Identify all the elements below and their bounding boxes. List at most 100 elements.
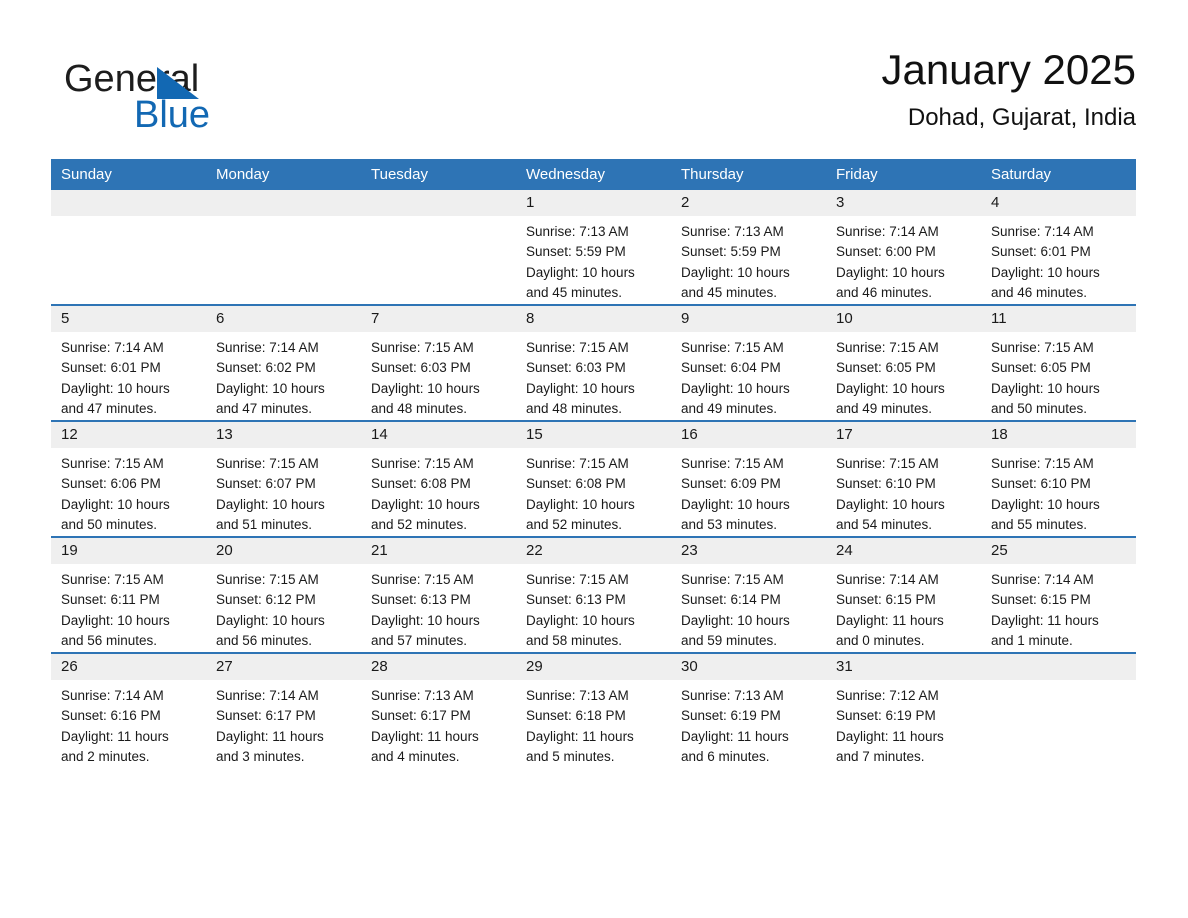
calendar-day-cell[interactable]: 13 Sunrise: 7:15 AM Sunset: 6:07 PM Dayligh… <box>206 420 361 537</box>
daylight-text-line1: Daylight: 10 hours <box>836 264 945 280</box>
daylight-text-line2: and 53 minutes. <box>681 516 778 532</box>
sunset-text: Sunset: 6:17 PM <box>216 708 316 724</box>
calendar-day-cell[interactable]: 5 Sunrise: 7:14 AM Sunset: 6:01 PM Daylight… <box>51 304 206 421</box>
calendar-day-cell[interactable]: 1 Sunrise: 7:13 AM Sunset: 5:59 PM Daylight… <box>516 190 671 305</box>
calendar-day-cell[interactable]: 18 Sunrise: 7:15 AM Sunset: 6:10 PM Dayligh… <box>981 420 1136 537</box>
day-number: 5 <box>61 310 70 327</box>
day-details <box>981 680 1136 686</box>
day-number: 26 <box>61 658 78 675</box>
daylight-text-line2: and 46 minutes. <box>991 284 1088 300</box>
daylight-text-line2: and 50 minutes. <box>61 516 158 532</box>
calendar-day-cell[interactable]: 4 Sunrise: 7:14 AM Sunset: 6:01 PM Daylight… <box>981 190 1136 305</box>
sunset-text: Sunset: 6:10 PM <box>836 476 936 492</box>
day-details: Sunrise: 7:15 AM Sunset: 6:08 PM Daylight:… <box>516 448 671 535</box>
day-number-strip: 5 <box>51 306 206 332</box>
day-number: 18 <box>991 426 1008 443</box>
daylight-text-line1: Daylight: 10 hours <box>61 496 170 512</box>
day-number-strip: 29 <box>516 654 671 680</box>
calendar-day-cell[interactable]: 28 Sunrise: 7:13 AM Sunset: 6:17 PM Dayligh… <box>361 652 516 768</box>
calendar-day-cell[interactable]: 10 Sunrise: 7:15 AM Sunset: 6:05 PM Dayligh… <box>826 304 981 421</box>
calendar-day-cell[interactable]: 24 Sunrise: 7:14 AM Sunset: 6:15 PM Dayligh… <box>826 536 981 653</box>
day-details: Sunrise: 7:15 AM Sunset: 6:13 PM Daylight:… <box>516 564 671 651</box>
calendar-day-cell[interactable]: 31 Sunrise: 7:12 AM Sunset: 6:19 PM Dayligh… <box>826 652 981 768</box>
sunrise-text: Sunrise: 7:15 AM <box>216 456 319 471</box>
calendar-day-cell[interactable]: 22 Sunrise: 7:15 AM Sunset: 6:13 PM Dayligh… <box>516 536 671 653</box>
daylight-text-line2: and 51 minutes. <box>216 516 313 532</box>
day-number: 31 <box>836 658 853 675</box>
calendar-day-cell[interactable]: 2 Sunrise: 7:13 AM Sunset: 5:59 PM Daylight… <box>671 190 826 305</box>
day-number: 30 <box>681 658 698 675</box>
calendar-day-cell[interactable]: 3 Sunrise: 7:14 AM Sunset: 6:00 PM Daylight… <box>826 190 981 305</box>
weekday-header-friday: Friday <box>826 159 981 190</box>
daylight-text-line2: and 46 minutes. <box>836 284 933 300</box>
sunrise-text: Sunrise: 7:14 AM <box>836 224 939 239</box>
calendar-day-cell[interactable]: 27 Sunrise: 7:14 AM Sunset: 6:17 PM Dayligh… <box>206 652 361 768</box>
day-number: 21 <box>371 542 388 559</box>
day-number: 14 <box>371 426 388 443</box>
day-number-strip: 21 <box>361 538 516 564</box>
day-number: 9 <box>681 310 690 327</box>
day-number-strip: 3 <box>826 190 981 216</box>
sunrise-text: Sunrise: 7:15 AM <box>836 340 939 355</box>
daylight-text-line1: Daylight: 10 hours <box>61 612 170 628</box>
calendar-day-cell[interactable]: 6 Sunrise: 7:14 AM Sunset: 6:02 PM Daylight… <box>206 304 361 421</box>
sunrise-text: Sunrise: 7:13 AM <box>371 688 474 703</box>
sunset-text: Sunset: 5:59 PM <box>526 244 626 260</box>
calendar-day-cell[interactable]: 12 Sunrise: 7:15 AM Sunset: 6:06 PM Dayligh… <box>51 420 206 537</box>
calendar-day-cell[interactable]: 19 Sunrise: 7:15 AM Sunset: 6:11 PM Dayligh… <box>51 536 206 653</box>
day-number-strip: 30 <box>671 654 826 680</box>
calendar-day-cell[interactable]: 30 Sunrise: 7:13 AM Sunset: 6:19 PM Dayligh… <box>671 652 826 768</box>
daylight-text-line2: and 59 minutes. <box>681 632 778 648</box>
weekday-header-monday: Monday <box>206 159 361 190</box>
day-details: Sunrise: 7:14 AM Sunset: 6:02 PM Daylight:… <box>206 332 361 419</box>
sunset-text: Sunset: 6:03 PM <box>371 360 471 376</box>
calendar-page: General Blue January 2025 Dohad, Gujarat… <box>0 0 1188 918</box>
daylight-text-line2: and 5 minutes. <box>526 748 615 764</box>
page-title: January 2025 <box>881 46 1136 93</box>
calendar-day-cell[interactable]: 15 Sunrise: 7:15 AM Sunset: 6:08 PM Dayligh… <box>516 420 671 537</box>
daylight-text-line2: and 55 minutes. <box>991 516 1088 532</box>
daylight-text-line1: Daylight: 11 hours <box>526 728 634 744</box>
brand-logo[interactable]: General Blue <box>57 52 357 142</box>
daylight-text-line2: and 1 minute. <box>991 632 1073 648</box>
day-number: 1 <box>526 194 535 211</box>
sunset-text: Sunset: 6:13 PM <box>526 592 626 608</box>
sunset-text: Sunset: 6:01 PM <box>61 360 161 376</box>
sunrise-text: Sunrise: 7:14 AM <box>61 688 164 703</box>
daylight-text-line2: and 49 minutes. <box>836 400 933 416</box>
calendar-day-cell[interactable]: 8 Sunrise: 7:15 AM Sunset: 6:03 PM Daylight… <box>516 304 671 421</box>
daylight-text-line1: Daylight: 11 hours <box>836 612 944 628</box>
day-details: Sunrise: 7:15 AM Sunset: 6:12 PM Daylight:… <box>206 564 361 651</box>
day-details: Sunrise: 7:15 AM Sunset: 6:06 PM Daylight:… <box>51 448 206 535</box>
daylight-text-line1: Daylight: 10 hours <box>836 496 945 512</box>
calendar-day-cell[interactable]: 25 Sunrise: 7:14 AM Sunset: 6:15 PM Dayligh… <box>981 536 1136 653</box>
day-number-strip: 8 <box>516 306 671 332</box>
sunrise-text: Sunrise: 7:14 AM <box>216 340 319 355</box>
daylight-text-line1: Daylight: 10 hours <box>991 380 1100 396</box>
sunrise-text: Sunrise: 7:15 AM <box>991 456 1094 471</box>
calendar-day-cell[interactable]: 17 Sunrise: 7:15 AM Sunset: 6:10 PM Dayligh… <box>826 420 981 537</box>
calendar-day-cell[interactable]: 21 Sunrise: 7:15 AM Sunset: 6:13 PM Dayligh… <box>361 536 516 653</box>
daylight-text-line2: and 57 minutes. <box>371 632 468 648</box>
sunset-text: Sunset: 6:05 PM <box>836 360 936 376</box>
calendar-day-cell[interactable]: 11 Sunrise: 7:15 AM Sunset: 6:05 PM Dayligh… <box>981 304 1136 421</box>
calendar-day-cell[interactable]: 14 Sunrise: 7:15 AM Sunset: 6:08 PM Dayligh… <box>361 420 516 537</box>
calendar-day-cell[interactable]: 7 Sunrise: 7:15 AM Sunset: 6:03 PM Daylight… <box>361 304 516 421</box>
calendar-day-cell[interactable]: 20 Sunrise: 7:15 AM Sunset: 6:12 PM Dayligh… <box>206 536 361 653</box>
calendar-day-cell[interactable]: 9 Sunrise: 7:15 AM Sunset: 6:04 PM Daylight… <box>671 304 826 421</box>
brand-name-blue: Blue <box>134 94 211 136</box>
calendar-day-cell[interactable]: 26 Sunrise: 7:14 AM Sunset: 6:16 PM Dayligh… <box>51 652 206 768</box>
sunrise-text: Sunrise: 7:15 AM <box>681 456 784 471</box>
calendar-day-cell[interactable]: 16 Sunrise: 7:15 AM Sunset: 6:09 PM Dayligh… <box>671 420 826 537</box>
day-details: Sunrise: 7:15 AM Sunset: 6:10 PM Daylight:… <box>826 448 981 535</box>
day-number-strip: 24 <box>826 538 981 564</box>
calendar-day-cell[interactable]: 29 Sunrise: 7:13 AM Sunset: 6:18 PM Dayligh… <box>516 652 671 768</box>
day-number-strip: 22 <box>516 538 671 564</box>
sunset-text: Sunset: 6:18 PM <box>526 708 626 724</box>
sunset-text: Sunset: 5:59 PM <box>681 244 781 260</box>
calendar-week-row: 19 Sunrise: 7:15 AM Sunset: 6:11 PM Dayligh… <box>51 536 1136 653</box>
daylight-text-line1: Daylight: 11 hours <box>371 728 479 744</box>
day-number: 29 <box>526 658 543 675</box>
calendar-day-cell[interactable]: 23 Sunrise: 7:15 AM Sunset: 6:14 PM Dayligh… <box>671 536 826 653</box>
day-number: 22 <box>526 542 543 559</box>
